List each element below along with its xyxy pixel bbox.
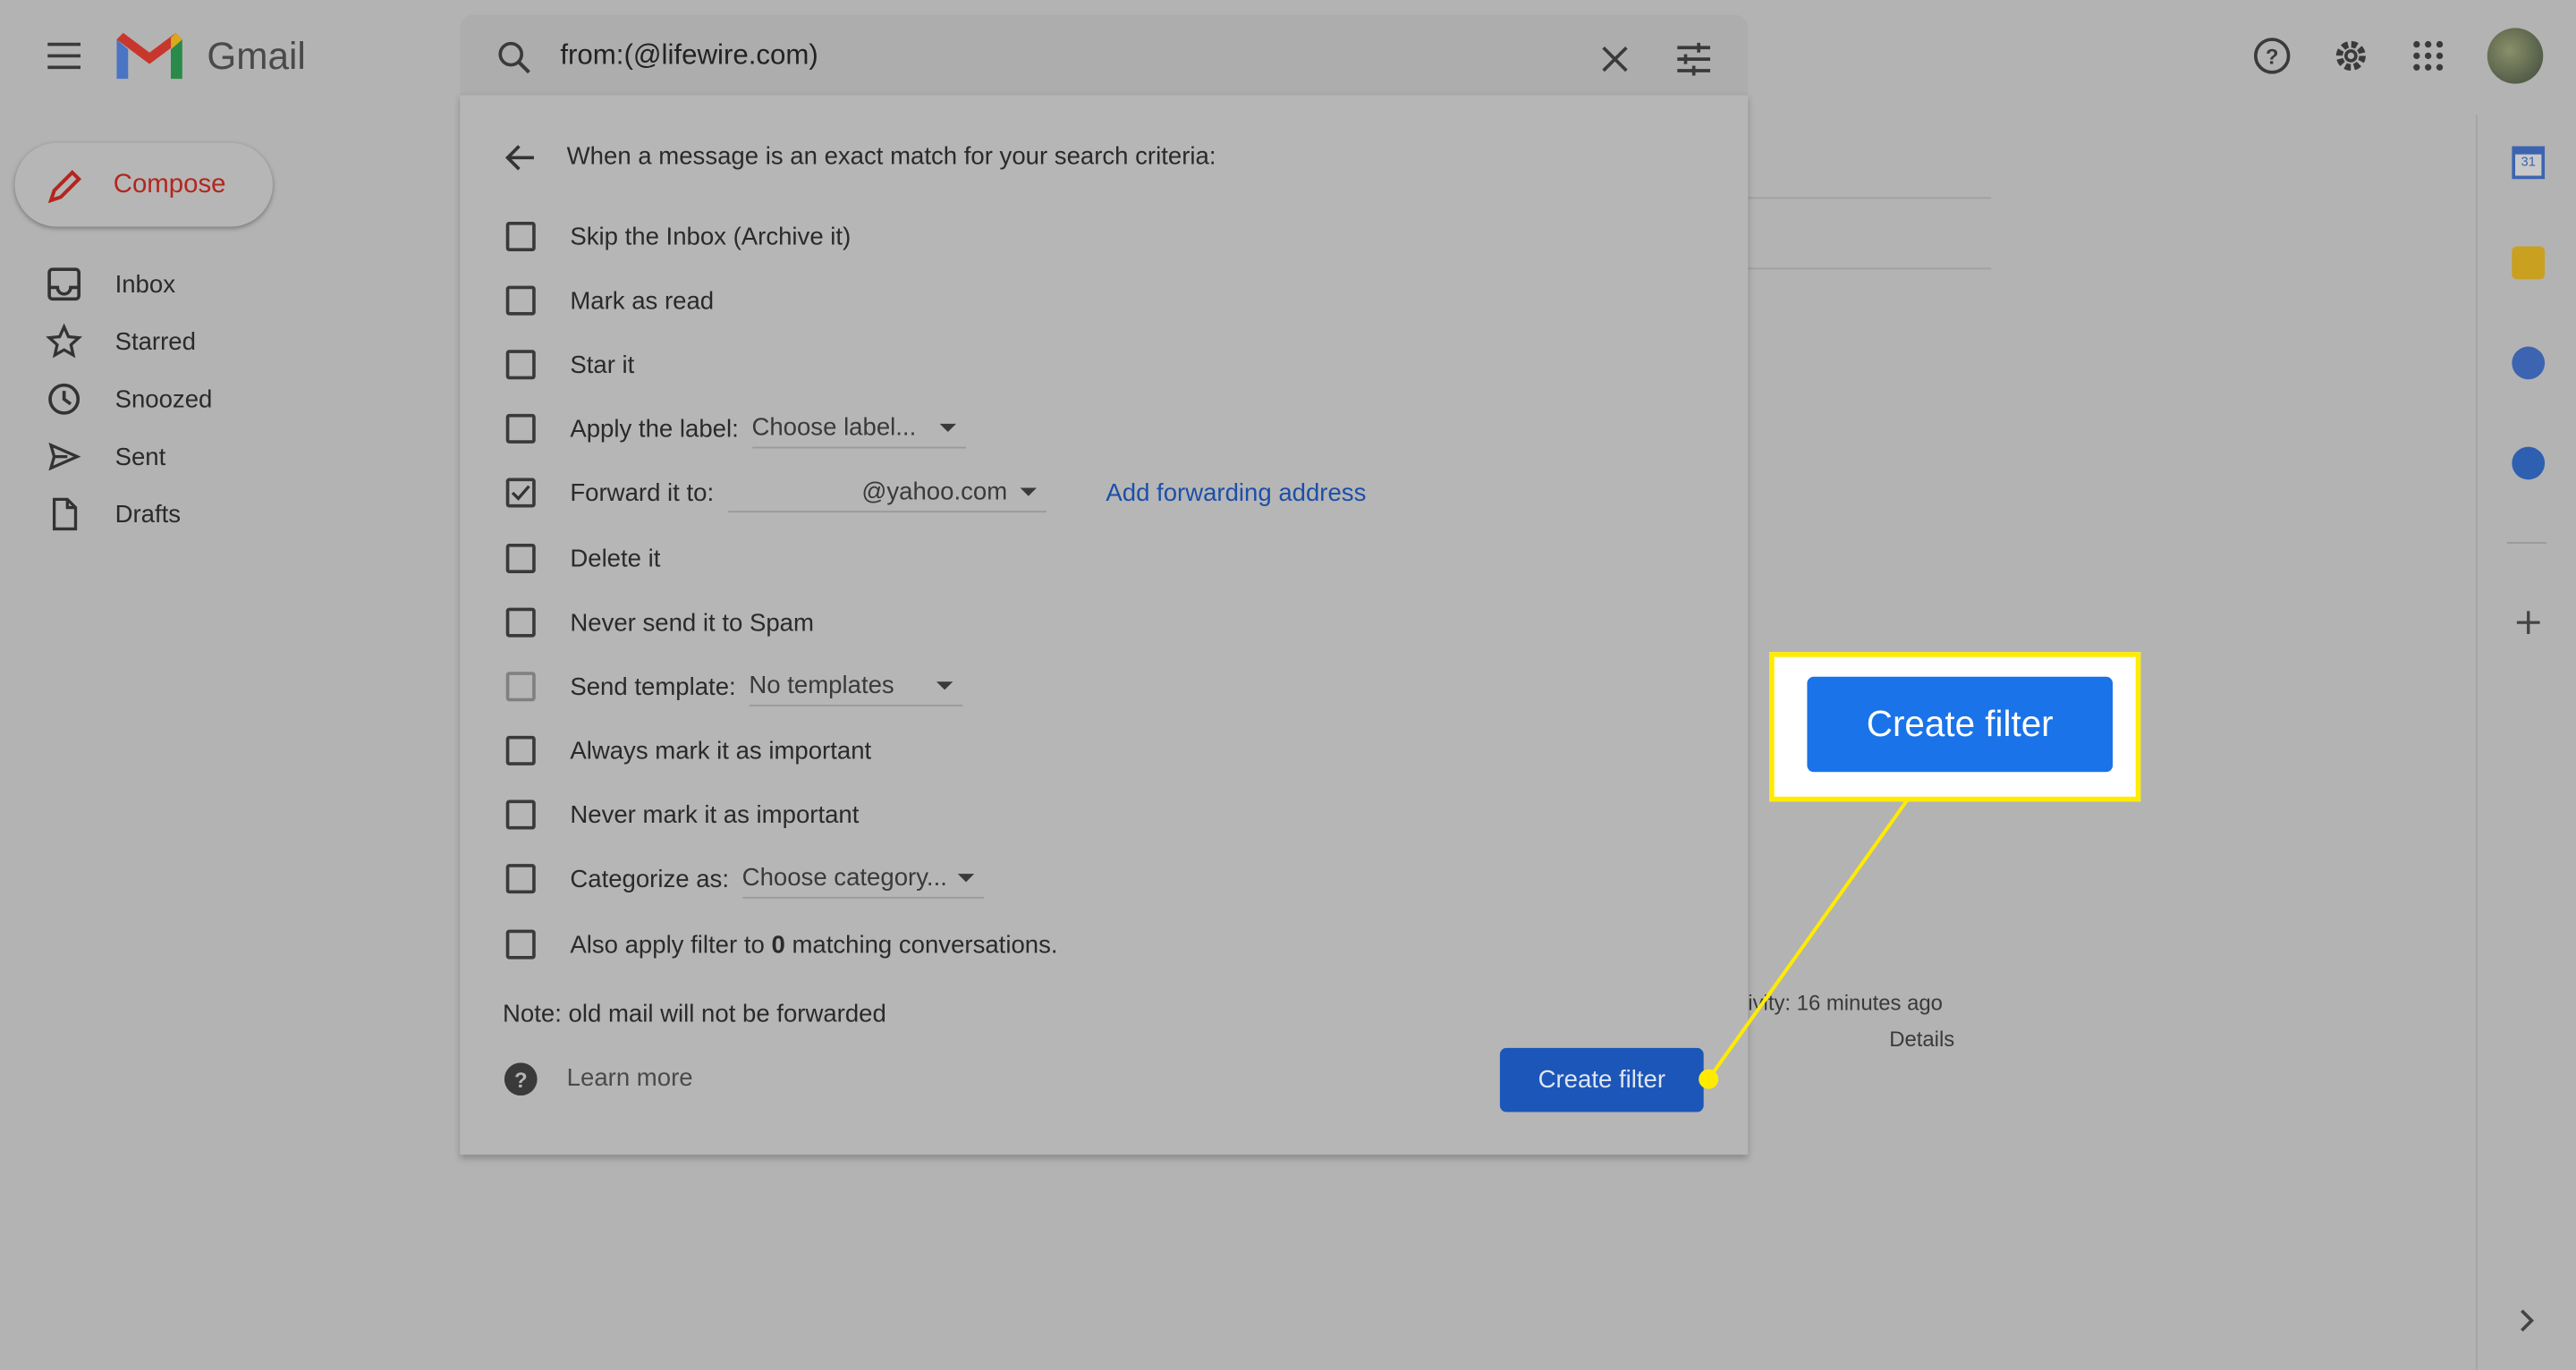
callout-connector	[1699, 799, 1910, 1089]
callout-box: Create filter	[1769, 652, 2141, 802]
callout-create-filter-button[interactable]: Create filter	[1807, 676, 2114, 773]
